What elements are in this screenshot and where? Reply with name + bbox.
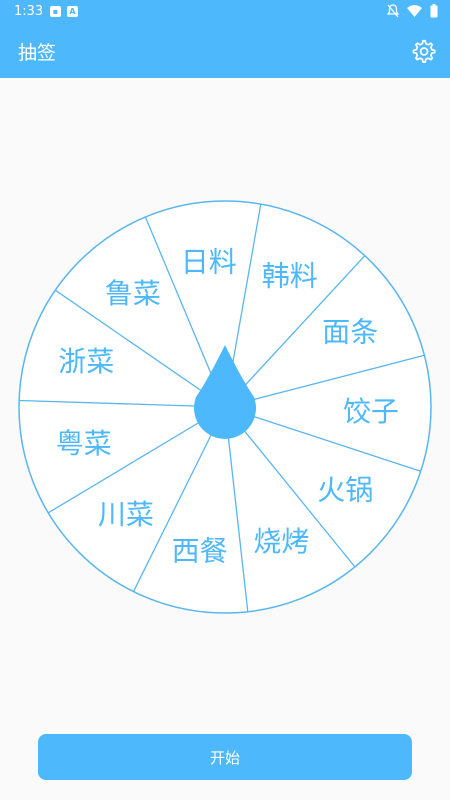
wheel-sector-label: 浙菜 <box>58 345 114 378</box>
wheel-sector-label: 川菜 <box>98 498 154 531</box>
status-time: 1:33 <box>14 4 44 19</box>
app-bar: 抽签 <box>0 24 450 78</box>
app-notification-icon: A <box>67 6 78 17</box>
wheel-sector-label: 烧烤 <box>253 525 309 558</box>
wheel-sector-label: 日料 <box>181 245 237 278</box>
system-icons <box>387 4 438 18</box>
wheel-sector-label: 火锅 <box>317 473 373 506</box>
start-button[interactable]: 开始 <box>38 734 412 780</box>
mute-icon <box>387 4 399 18</box>
notification-icons: ▪ A <box>50 6 78 17</box>
lottery-wheel[interactable]: 韩料面条饺子火锅烧烤西餐川菜 粤菜 浙菜 鲁菜日料 <box>0 200 450 620</box>
wheel-sector-label: 饺子 <box>343 395 399 428</box>
page-title: 抽签 <box>18 42 57 64</box>
wheel-sector-label: 鲁菜 <box>105 277 161 310</box>
wheel-sector-label: 西餐 <box>172 534 228 567</box>
status-bar: 1:33 ▪ A <box>0 0 450 24</box>
wifi-icon <box>407 5 422 17</box>
wheel-sector-label: 粤菜 <box>56 427 112 460</box>
wheel-sector-label: 韩料 <box>262 260 318 293</box>
image-notification-icon: ▪ <box>50 6 61 17</box>
wheel-sector-label: 面条 <box>322 316 378 349</box>
battery-icon <box>430 4 438 18</box>
gear-icon[interactable] <box>410 38 436 64</box>
